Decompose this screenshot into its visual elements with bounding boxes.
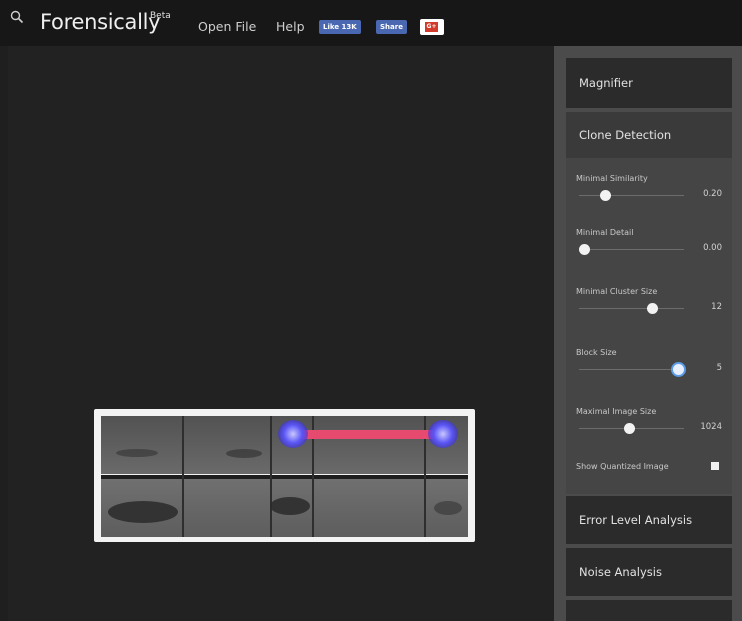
slider-value: 0.20	[703, 189, 722, 199]
blot-band	[116, 449, 158, 457]
magnifier-panel[interactable]: Magnifier	[566, 58, 732, 108]
help-link[interactable]: Help	[276, 19, 305, 34]
clone-target-marker	[428, 420, 458, 448]
slider-knob[interactable]	[647, 303, 658, 314]
top-bar: Forensically Beta Open File Help Like 13…	[0, 0, 742, 46]
facebook-like-button[interactable]: Like 13K	[319, 20, 361, 34]
slider-value: 12	[711, 302, 722, 312]
blot-lane-divider	[182, 416, 184, 537]
tools-sidebar: Magnifier Clone Detection Minimal Simila…	[554, 46, 742, 621]
open-file-link[interactable]: Open File	[198, 19, 256, 34]
slider-knob[interactable]	[579, 244, 590, 255]
clone-source-marker	[278, 420, 308, 448]
minimal-cluster-size-slider[interactable]: Minimal Cluster Size 12	[576, 287, 726, 314]
slider-label: Minimal Similarity	[576, 174, 648, 183]
show-quantized-label: Show Quantized Image	[576, 462, 669, 471]
slider-track[interactable]	[579, 249, 684, 250]
minimal-detail-slider[interactable]: Minimal Detail 0.00	[576, 228, 726, 255]
google-plus-button[interactable]: G+	[420, 19, 444, 35]
error-level-analysis-panel[interactable]: Error Level Analysis	[566, 496, 732, 544]
slider-track[interactable]	[579, 308, 684, 309]
slider-knob[interactable]	[599, 190, 611, 201]
slider-value: 1024	[700, 422, 722, 432]
blot-band	[108, 501, 178, 523]
app-title: Forensically	[40, 10, 161, 34]
noise-analysis-panel[interactable]: Noise Analysis	[566, 548, 732, 596]
blot-lane-divider	[270, 416, 272, 537]
next-tool-panel[interactable]	[566, 600, 732, 621]
clone-detection-panel[interactable]: Clone Detection	[566, 112, 732, 158]
minimal-similarity-slider[interactable]: Minimal Similarity 0.20	[576, 174, 726, 201]
block-size-slider[interactable]: Block Size 5	[576, 348, 726, 375]
beta-badge: Beta	[150, 11, 171, 21]
clone-match-line	[293, 430, 443, 439]
blot-band	[270, 497, 310, 515]
slider-label: Maximal Image Size	[576, 407, 657, 416]
slider-label: Block Size	[576, 348, 617, 357]
blot-band	[226, 449, 262, 458]
blot-band	[434, 501, 462, 515]
slider-track[interactable]	[579, 369, 684, 370]
slider-knob[interactable]	[673, 364, 685, 375]
show-quantized-checkbox[interactable]	[711, 462, 719, 470]
facebook-share-button[interactable]: Share	[376, 20, 407, 34]
maximal-image-size-slider[interactable]: Maximal Image Size 1024	[576, 407, 726, 434]
slider-label: Minimal Cluster Size	[576, 287, 658, 296]
slider-track[interactable]	[579, 195, 684, 196]
slider-label: Minimal Detail	[576, 228, 634, 237]
clone-detection-settings: Minimal Similarity 0.20 Minimal Detail 0…	[566, 158, 732, 494]
blot-divider	[101, 475, 468, 479]
google-plus-label: G+	[425, 22, 438, 32]
search-icon[interactable]	[10, 10, 24, 24]
slider-knob[interactable]	[623, 423, 635, 434]
slider-value: 5	[716, 363, 722, 373]
slider-value: 0.00	[703, 243, 722, 253]
